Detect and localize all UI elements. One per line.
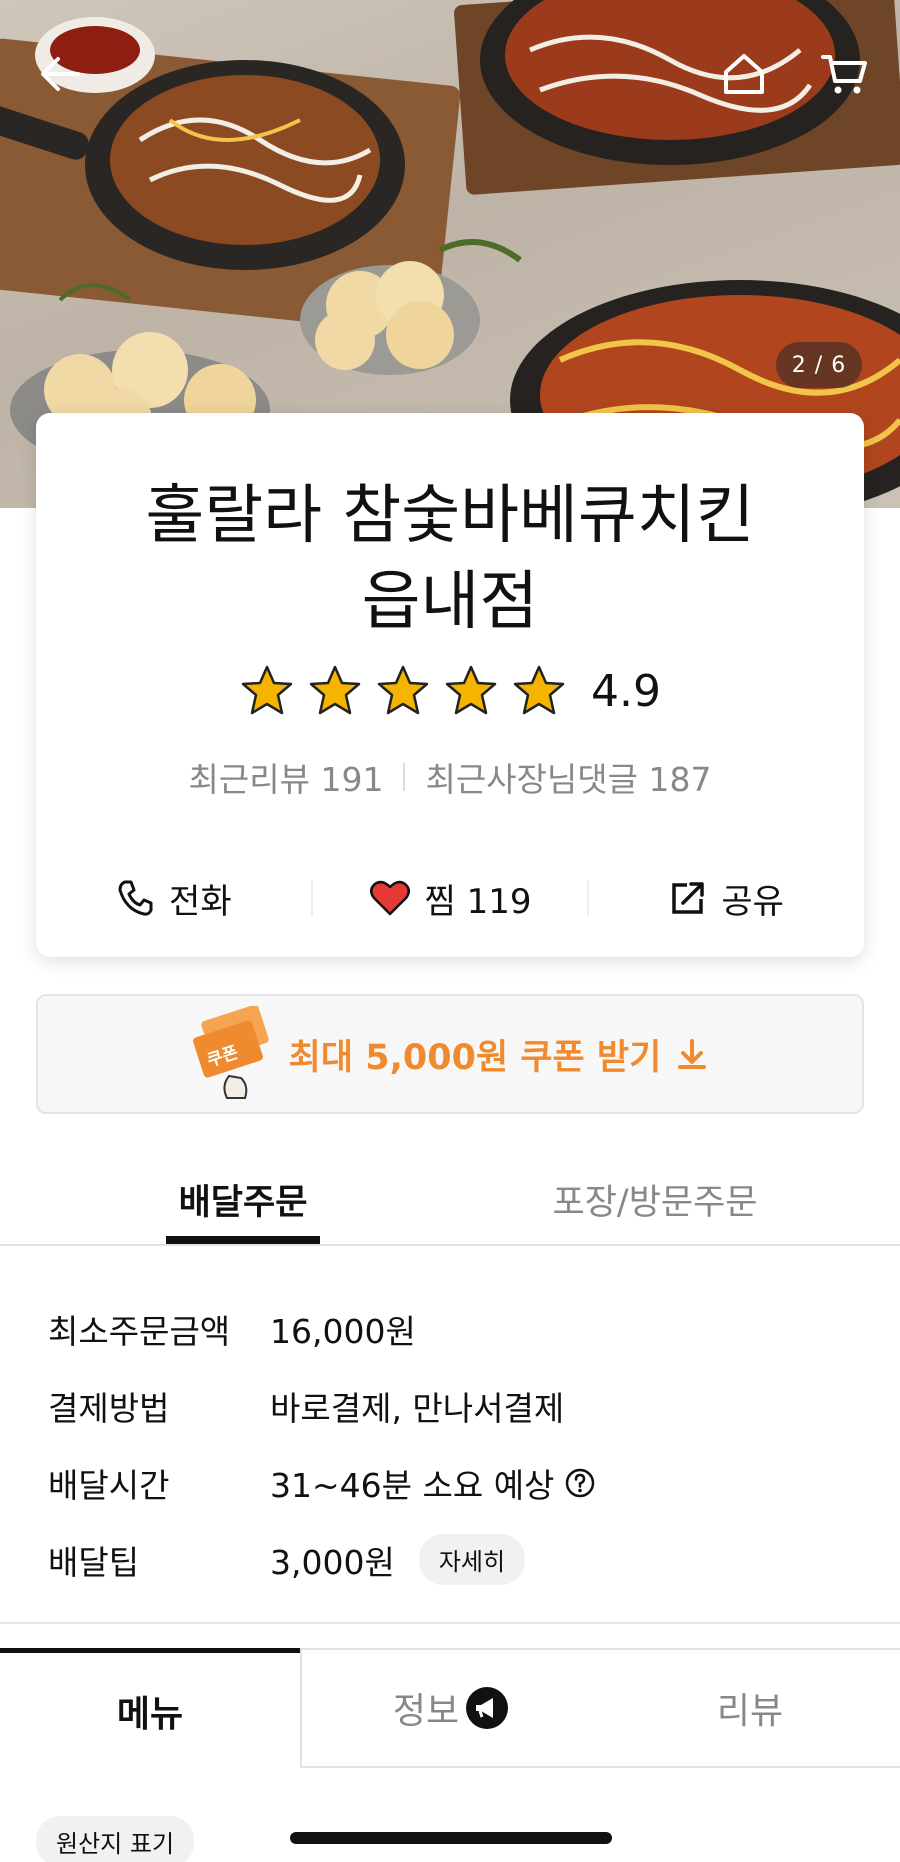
store-name-line2: 읍내점 — [361, 565, 539, 639]
store-name-line1: 훌랄라 참숯바베큐치킨 — [145, 479, 755, 553]
store-info-card: 훌랄라 참숯바베큐치킨 읍내점 4.9 최근리뷰 191 최근사장님댓글 187… — [36, 413, 864, 957]
info-value: 3,000원 자세히 — [270, 1534, 526, 1585]
rating-row: 4.9 — [36, 663, 864, 719]
call-button[interactable]: 전화 — [36, 858, 311, 938]
tab-info[interactable]: 정보 — [300, 1648, 600, 1768]
delivery-info: 최소주문금액 16,000원 결제방법 바로결제, 만나서결제 배달시간 31~… — [48, 1290, 868, 1598]
home-icon — [724, 54, 764, 94]
tab-info-label: 정보 — [392, 1691, 460, 1732]
star-icon — [309, 665, 361, 715]
store-actions: 전화 찜 119 공유 — [36, 858, 864, 938]
origin-label-button[interactable]: 원산지 표기 — [36, 1816, 195, 1862]
recent-reviews[interactable]: 최근리뷰 191 — [189, 753, 384, 801]
info-row-min-order: 최소주문금액 16,000원 — [48, 1290, 868, 1367]
info-row-payment: 결제방법 바로결제, 만나서결제 — [48, 1367, 868, 1444]
back-arrow-icon — [41, 57, 80, 91]
info-value: 16,000원 — [270, 1311, 416, 1351]
delivery-tip-value: 3,000원 — [270, 1542, 395, 1582]
star-icon — [377, 665, 429, 715]
phone-icon — [118, 880, 153, 916]
like-count: 119 — [466, 881, 532, 922]
coupon-text: 최대 5,000원 쿠폰 받기 — [288, 1037, 662, 1078]
rating-value: 4.9 — [591, 665, 661, 717]
tab-delivery[interactable]: 배달주문 — [166, 1158, 320, 1244]
store-name: 훌랄라 참숯바베큐치킨 읍내점 — [36, 473, 864, 645]
info-label: 결제방법 — [48, 1388, 170, 1428]
like-button[interactable]: 찜 119 — [313, 858, 588, 938]
cart-button[interactable] — [814, 44, 874, 104]
recent-reviews-label: 최근리뷰 — [188, 760, 310, 799]
megaphone-icon — [466, 1687, 509, 1729]
info-row-delivery-tip: 배달팁 3,000원 자세히 — [48, 1521, 868, 1598]
tab-menu[interactable]: 메뉴 — [0, 1648, 300, 1768]
recent-reviews-count: 191 — [320, 760, 384, 799]
info-label: 배달팁 — [48, 1542, 140, 1582]
call-label: 전화 — [169, 881, 232, 922]
owner-replies-count: 187 — [648, 760, 712, 799]
content-tabs: 메뉴 정보 리뷰 — [0, 1648, 900, 1768]
share-button[interactable]: 공유 — [589, 858, 864, 938]
info-label: 최소주문금액 — [48, 1311, 231, 1351]
delivery-time-value: 31~46분 소요 예상 — [270, 1465, 555, 1505]
owner-replies-label: 최근사장님댓글 — [425, 760, 638, 799]
cart-icon — [821, 55, 867, 94]
tab-review[interactable]: 리뷰 — [600, 1648, 900, 1768]
image-counter: 2 / 6 — [776, 342, 862, 388]
delivery-tip-detail-button[interactable]: 자세히 — [418, 1534, 526, 1585]
heart-icon — [369, 880, 410, 916]
help-icon[interactable] — [564, 1467, 596, 1499]
info-label: 배달시간 — [48, 1465, 170, 1505]
info-row-delivery-time: 배달시간 31~46분 소요 예상 — [48, 1444, 868, 1521]
divider — [403, 763, 406, 791]
tab-pickup[interactable]: 포장/방문주문 — [530, 1158, 780, 1246]
back-button[interactable] — [30, 44, 90, 104]
review-stats[interactable]: 최근리뷰 191 최근사장님댓글 187 — [36, 753, 864, 801]
section-divider — [0, 1622, 900, 1624]
info-value: 바로결제, 만나서결제 — [270, 1388, 565, 1428]
like-label: 찜 119 — [424, 881, 532, 922]
info-value: 31~46분 소요 예상 — [270, 1459, 596, 1507]
download-icon — [678, 1039, 707, 1069]
owner-replies[interactable]: 최근사장님댓글 187 — [425, 753, 711, 801]
home-button[interactable] — [714, 44, 774, 104]
order-type-tabs: 배달주문 포장/방문주문 — [0, 1158, 900, 1246]
star-icon — [445, 665, 497, 715]
share-label: 공유 — [721, 881, 784, 922]
coupon-download-button[interactable]: 쿠폰 최대 5,000원 쿠폰 받기 — [36, 994, 864, 1114]
share-icon — [672, 882, 705, 914]
star-icon — [513, 665, 565, 715]
home-indicator — [290, 1832, 612, 1844]
star-icon — [241, 665, 293, 715]
coupon-ticket-icon: 쿠폰 — [192, 1006, 269, 1099]
